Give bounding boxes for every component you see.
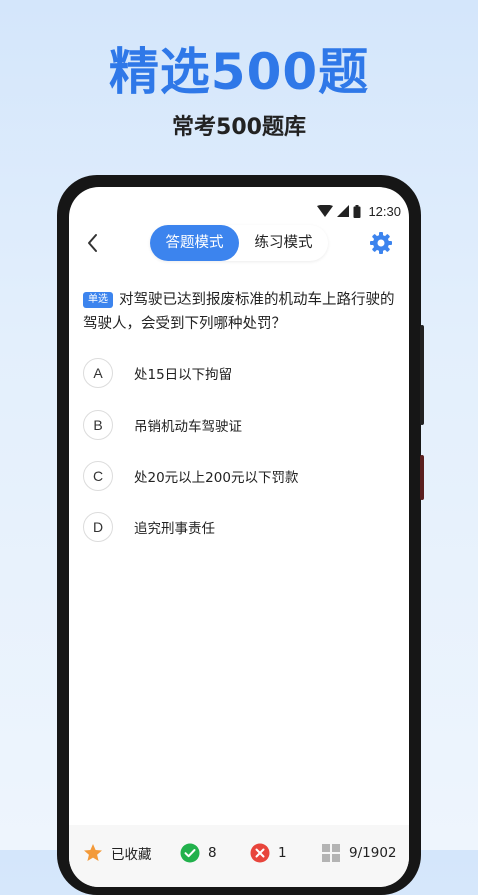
settings-gear-icon[interactable] — [369, 231, 393, 255]
question-text: 对驾驶已达到报废标准的机动车上路行驶的驾驶人，会受到下列哪种处罚？ — [83, 292, 395, 332]
option-letter: A — [83, 358, 113, 388]
option-b[interactable]: B 吊销机动车驾驶证 — [83, 409, 242, 441]
correct-count: 8 — [208, 845, 217, 861]
status-time: 12:30 — [368, 203, 401, 219]
option-d[interactable]: D 追究刑事责任 — [83, 511, 215, 543]
progress-counter: 9/1902 — [349, 845, 397, 861]
question-grid-button[interactable]: 9/1902 — [321, 843, 397, 863]
promo-subline: 常考500题库 — [172, 115, 306, 140]
wifi-icon — [317, 205, 334, 217]
option-text: 追究刑事责任 — [134, 521, 215, 537]
correct-counter: 8 — [180, 843, 217, 863]
option-letter: B — [83, 410, 113, 440]
option-a[interactable]: A 处15日以下拘留 — [83, 357, 232, 389]
option-letter: D — [83, 512, 113, 542]
bottom-bar: 已收藏 8 1 9/1902 — [69, 825, 409, 887]
phone-frame: 12:30 答题模式 练习模式 单选 对驾驶已达到报废标准的机动车上路行驶的驾驶… — [57, 175, 424, 895]
star-icon — [84, 844, 102, 861]
favorite-label: 已收藏 — [111, 847, 152, 863]
mode-switcher: 答题模式 练习模式 — [150, 225, 328, 261]
option-letter: C — [83, 461, 113, 491]
phone-side-button — [420, 455, 424, 500]
battery-icon — [353, 204, 361, 218]
app-screen: 12:30 答题模式 练习模式 单选 对驾驶已达到报废标准的机动车上路行驶的驾驶… — [69, 187, 409, 887]
x-circle-icon — [250, 843, 270, 863]
favorite-button[interactable]: 已收藏 — [83, 843, 152, 863]
cellular-signal-icon — [337, 205, 350, 217]
option-text: 处20元以上200元以下罚款 — [134, 470, 299, 486]
grid-icon — [322, 844, 340, 862]
wrong-count: 1 — [278, 845, 287, 861]
mode-tab-practice[interactable]: 练习模式 — [239, 225, 328, 261]
question-block: 单选 对驾驶已达到报废标准的机动车上路行驶的驾驶人，会受到下列哪种处罚？ — [83, 288, 397, 336]
status-bar: 12:30 — [317, 201, 401, 221]
mode-tab-answer[interactable]: 答题模式 — [150, 225, 239, 261]
wrong-counter: 1 — [250, 843, 287, 863]
question-type-tag: 单选 — [83, 292, 113, 308]
option-text: 吊销机动车驾驶证 — [134, 419, 242, 435]
promo-headline: 精选500题 — [108, 43, 370, 101]
check-circle-icon — [180, 843, 200, 863]
back-arrow-icon[interactable] — [83, 231, 103, 255]
option-text: 处15日以下拘留 — [134, 367, 233, 383]
option-c[interactable]: C 处20元以上200元以下罚款 — [83, 460, 298, 492]
phone-side-button — [420, 325, 424, 425]
